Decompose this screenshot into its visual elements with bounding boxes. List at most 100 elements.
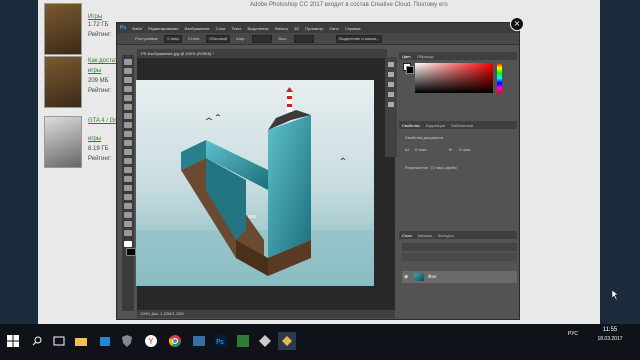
background-color-swatch[interactable] [126, 248, 136, 256]
hand-tool-icon[interactable] [124, 221, 132, 227]
document-image[interactable] [136, 80, 374, 286]
paint-icon[interactable] [278, 332, 296, 350]
select-and-mask-button[interactable]: Выделение и маска... [336, 34, 383, 43]
healing-tool-icon[interactable] [124, 113, 132, 119]
eyedropper-tool-icon[interactable] [124, 104, 132, 110]
height-input[interactable] [294, 34, 315, 43]
menu-filter[interactable]: Фильтр [275, 26, 288, 31]
task-view-icon[interactable] [50, 332, 68, 350]
item-rating: Рейтинг: [88, 156, 112, 162]
crop-tool-icon[interactable] [124, 95, 132, 101]
paragraph-icon[interactable] [388, 102, 394, 107]
eraser-tool-icon[interactable] [124, 149, 132, 155]
tab-layers[interactable]: Слои [402, 233, 412, 238]
close-icon[interactable]: × [510, 17, 524, 31]
layer-name[interactable]: Фон [428, 274, 437, 279]
menu-file[interactable]: Файл [132, 26, 142, 31]
tab-color[interactable]: Цвет [402, 54, 411, 59]
character-icon[interactable] [388, 92, 394, 97]
item-link[interactable]: игры [88, 136, 101, 142]
style-label: Стиль: [187, 36, 201, 41]
search-icon[interactable] [28, 332, 46, 350]
dodge-tool-icon[interactable] [124, 176, 132, 182]
layer-row[interactable]: ◉ Фон [402, 271, 517, 283]
gradient-tool-icon[interactable] [124, 158, 132, 164]
menu-help[interactable]: Справка [345, 26, 361, 31]
width-value[interactable]: 0 пикс [415, 147, 427, 152]
type-tool-icon[interactable] [124, 194, 132, 200]
menu-3d[interactable]: 3D [294, 26, 299, 31]
color-picker-field[interactable] [415, 63, 493, 93]
shield-icon[interactable] [118, 332, 136, 350]
menu-type[interactable]: Текст [231, 26, 241, 31]
blur-tool-icon[interactable] [124, 167, 132, 173]
stamp-tool-icon[interactable] [124, 131, 132, 137]
menu-view[interactable]: Просмотр [305, 26, 323, 31]
game-thumbnail[interactable] [44, 56, 82, 108]
app-icon[interactable] [234, 332, 252, 350]
tab-libraries[interactable]: Библиотеки [451, 123, 473, 128]
yandex-icon[interactable]: Y [142, 332, 160, 350]
menu-select[interactable]: Выделение [247, 26, 268, 31]
width-label: Ш: [405, 147, 410, 152]
zoom-tool-icon[interactable] [124, 230, 132, 236]
tab-channels[interactable]: Каналы [418, 233, 432, 238]
clock-date[interactable]: 18.03.2017 [585, 336, 635, 342]
chrome-icon[interactable] [166, 332, 184, 350]
document-tab[interactable]: PS Изображение.jpg @ 100% (RGB/8) * [137, 49, 387, 58]
style-select[interactable]: Обычный [206, 34, 231, 43]
height-value[interactable]: 0 пикс [459, 147, 471, 152]
width-label: Шир.: [236, 36, 247, 41]
svg-text:Y: Y [148, 337, 154, 346]
menu-image[interactable]: Изображение [184, 26, 209, 31]
layer-filter-bar[interactable] [402, 243, 517, 251]
shape-tool-icon[interactable] [124, 212, 132, 218]
window-icon[interactable] [190, 332, 208, 350]
tab-adjustments[interactable]: Коррекция [426, 123, 446, 128]
store-icon[interactable] [96, 332, 114, 350]
actions-icon[interactable] [388, 72, 394, 77]
path-select-tool-icon[interactable] [124, 203, 132, 209]
tab-paths[interactable]: Контуры [438, 233, 454, 238]
game-thumbnail[interactable] [44, 3, 82, 55]
tab-properties[interactable]: Свойства [402, 123, 420, 128]
foreground-color-swatch[interactable] [124, 241, 132, 247]
language-indicator[interactable]: РУС [568, 331, 578, 337]
properties-panel-tabs: Свойства Коррекция Библиотеки [399, 121, 517, 129]
menu-window[interactable]: Окно [330, 26, 339, 31]
properties-title: Свойства документа [405, 135, 444, 140]
pen-tool-icon[interactable] [124, 185, 132, 191]
visibility-eye-icon[interactable]: ◉ [404, 274, 408, 280]
color-panel-tabs: Цвет Образцы [399, 52, 517, 60]
brush-settings-icon[interactable] [388, 82, 394, 87]
height-label: Выс.: [278, 36, 289, 41]
background-swatch[interactable] [406, 66, 414, 74]
windows-start-icon[interactable] [4, 332, 22, 350]
layer-blend-bar[interactable] [402, 253, 517, 261]
height-label: В: [449, 147, 453, 152]
item-rating: Рейтинг: [88, 88, 112, 94]
lasso-tool-icon[interactable] [124, 77, 132, 83]
feather-input[interactable]: 0 пикс [164, 34, 182, 43]
app-icon-2[interactable] [256, 332, 274, 350]
history-icon[interactable] [388, 62, 394, 67]
feather-label: Растушевка: [135, 36, 159, 41]
menu-edit[interactable]: Редактирование [148, 26, 178, 31]
mouse-cursor-icon [612, 290, 619, 300]
photoshop-icon[interactable]: Ps [212, 332, 230, 350]
item-link[interactable]: Игры [88, 14, 102, 20]
history-brush-tool-icon[interactable] [124, 140, 132, 146]
tab-swatches[interactable]: Образцы [417, 54, 434, 59]
item-link[interactable]: игры [88, 68, 101, 74]
width-input[interactable] [252, 34, 273, 43]
photoshop-window[interactable]: Ps Файл Редактирование Изображение Слои … [116, 22, 520, 320]
quick-select-tool-icon[interactable] [124, 86, 132, 92]
clock-time[interactable]: 11:55 [585, 327, 635, 333]
game-thumbnail[interactable] [44, 116, 82, 168]
marquee-tool-icon[interactable] [124, 68, 132, 74]
explorer-icon[interactable] [72, 332, 90, 350]
menu-layers[interactable]: Слои [216, 26, 226, 31]
brush-tool-icon[interactable] [124, 122, 132, 128]
move-tool-icon[interactable] [124, 59, 132, 65]
hue-slider[interactable] [497, 63, 502, 93]
